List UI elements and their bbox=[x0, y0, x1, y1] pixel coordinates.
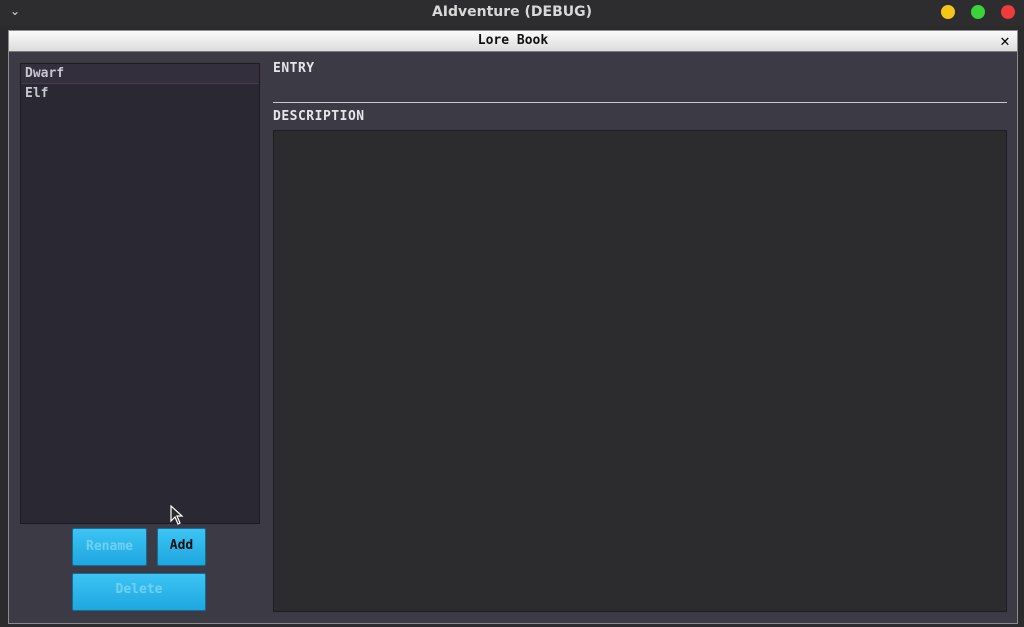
list-item-dwarf[interactable]: Dwarf bbox=[21, 64, 259, 84]
entry-list[interactable]: Dwarf Elf bbox=[20, 63, 260, 524]
dialog-titlebar[interactable]: Lore Book ✕ bbox=[9, 31, 1017, 52]
app-title: AIdventure (DEBUG) bbox=[431, 4, 593, 20]
window-close-button[interactable] bbox=[1001, 5, 1015, 19]
rename-button[interactable]: Rename bbox=[72, 528, 147, 566]
dialog-title: Lore Book bbox=[477, 33, 549, 48]
list-item-elf[interactable]: Elf bbox=[21, 84, 259, 104]
delete-button[interactable]: Delete bbox=[72, 573, 206, 611]
mouse-pointer-icon bbox=[170, 505, 184, 525]
lore-book-dialog: Lore Book ✕ Dwarf Elf Rename Add Delete … bbox=[8, 30, 1018, 624]
close-icon[interactable]: ✕ bbox=[997, 32, 1013, 50]
entry-label: ENTRY bbox=[273, 61, 315, 76]
add-button[interactable]: Add bbox=[157, 528, 206, 566]
entry-input[interactable] bbox=[273, 81, 1007, 103]
minimize-button[interactable] bbox=[941, 5, 955, 19]
description-textarea[interactable] bbox=[273, 130, 1007, 612]
maximize-button[interactable] bbox=[971, 5, 985, 19]
description-label: DESCRIPTION bbox=[273, 109, 365, 124]
os-titlebar: ⌄ AIdventure (DEBUG) bbox=[0, 0, 1024, 26]
